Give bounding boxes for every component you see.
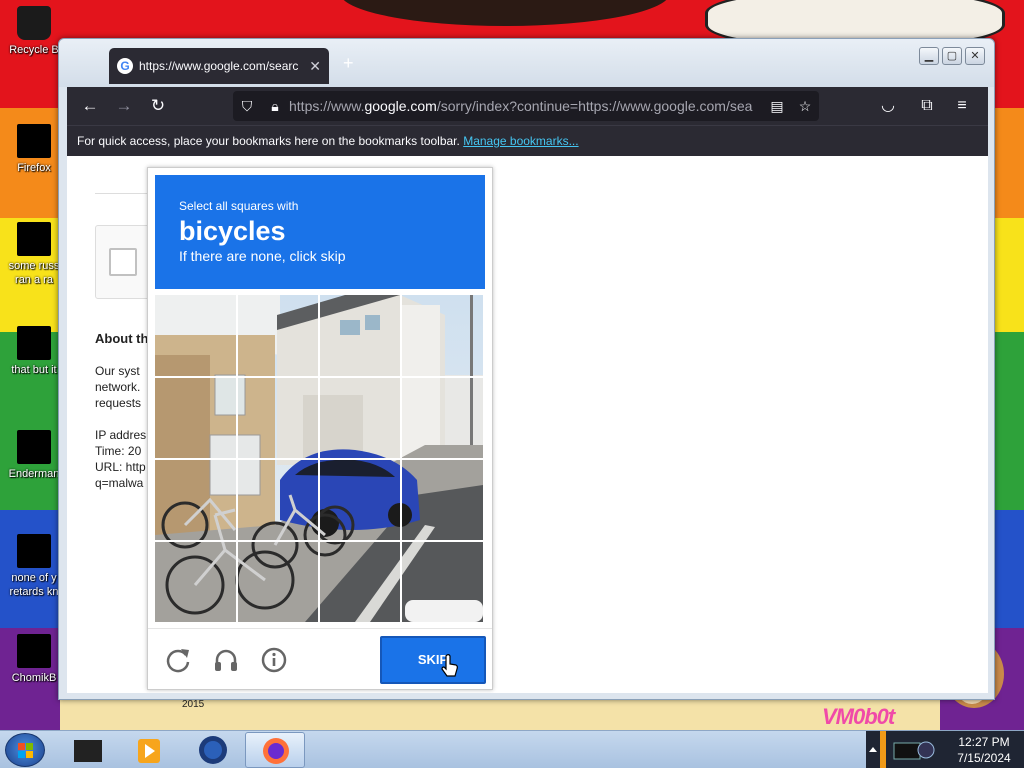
page-text-line: URL: http [95,460,146,474]
info-icon[interactable] [260,646,288,674]
skip-button[interactable]: SKIP [380,636,486,684]
taskbar-media-player[interactable] [120,732,180,768]
network-icon[interactable] [892,737,936,763]
wallpaper-vm-text: VM0b0t [822,704,895,729]
tray-arrow-icon[interactable] [868,744,878,754]
menu-icon[interactable]: ≡ [947,91,977,121]
hand-cursor-icon [441,654,458,677]
app-icon [17,634,51,668]
windows-logo-icon [18,743,33,758]
page-divider [95,193,155,194]
challenge-target: bicycles [179,216,286,246]
back-button[interactable]: ← [73,91,107,121]
reload-button[interactable]: ↻ [141,91,175,121]
browser-window: G https://www.google.com/searc ✕ + ▁ ▢ ✕… [58,38,995,700]
minimize-button[interactable]: ▁ [919,47,939,65]
new-tab-button[interactable]: + [343,53,354,74]
clock-time: 12:27 PM [958,735,1010,749]
challenge-note: If there are none, click skip [179,248,346,264]
wallpaper-year: 2015 [182,699,205,710]
navigation-toolbar: ← → ↻ ⛉ 🔒︎ https://www.google.com/sorry/… [67,87,988,125]
reader-view-icon[interactable]: ▤ [763,98,791,115]
reload-challenge-icon[interactable] [164,646,192,674]
challenge-image-grid [155,295,483,622]
clock[interactable]: 12:27 PM 7/15/2024 [944,734,1024,766]
manage-bookmarks-link[interactable]: Manage bookmarks... [463,134,578,148]
bookmarks-toolbar: For quick access, place your bookmarks h… [67,125,988,156]
url-bar[interactable]: ⛉ 🔒︎ https://www.google.com/sorry/index?… [233,91,819,121]
firefox-icon [17,124,51,158]
audio-challenge-icon[interactable] [212,646,240,674]
extensions-icon[interactable]: ⧉ [912,91,942,121]
about-heading: About th [95,331,149,346]
file-icon [17,222,51,256]
page-text-line: IP addres [95,428,147,442]
page-text-line: network. [95,380,141,394]
start-button[interactable] [5,733,45,767]
globe-icon [199,736,227,764]
close-window-button[interactable]: ✕ [965,47,985,65]
tray-highlight [880,731,886,768]
browser-tab[interactable]: G https://www.google.com/searc ✕ [109,48,329,84]
system-tray: 12:27 PM 7/15/2024 [866,731,1024,768]
maximize-button[interactable]: ▢ [942,47,962,65]
folder-icon [17,326,51,360]
bookmarks-hint: For quick access, place your bookmarks h… [77,134,460,148]
bookmark-star-icon[interactable]: ☆ [791,98,819,115]
page-text-line: Time: 20 [95,444,142,458]
challenge-instruction: Select all squares with [179,199,299,213]
challenge-header: Select all squares with bicycles If ther… [155,175,485,289]
file-icon [17,534,51,568]
page-text-line: q=malwa [95,476,144,490]
taskbar-firefox[interactable] [245,732,305,768]
taskbar-app-1[interactable] [58,732,118,768]
page-content: About th Our syst network. requests IP a… [67,156,988,693]
recycle-bin-icon [17,6,51,40]
title-bar: G https://www.google.com/searc ✕ + ▁ ▢ ✕ [59,39,994,87]
recaptcha-checkbox[interactable] [109,248,137,276]
taskbar: 12:27 PM 7/15/2024 [0,730,1024,768]
challenge-footer: SKIP [148,628,492,690]
pocket-icon[interactable]: ◡ [873,91,903,121]
recaptcha-anchor-box [95,225,155,299]
firefox-icon [263,738,289,764]
media-player-icon [138,739,160,763]
page-text-line: Our syst [95,364,140,378]
google-favicon-icon: G [117,58,133,74]
clock-date: 7/15/2024 [957,751,1011,765]
close-tab-icon[interactable]: ✕ [309,58,321,75]
url-text[interactable]: https://www.google.com/sorry/index?conti… [289,98,763,114]
taskbar-app-3[interactable] [183,732,243,768]
wallpaper-shape [340,0,670,26]
folder-icon [74,740,102,762]
lock-icon[interactable]: 🔒︎ [261,98,289,115]
recaptcha-challenge: Select all squares with bicycles If ther… [147,167,493,690]
tab-title: https://www.google.com/searc [139,59,299,73]
app-icon [17,430,51,464]
shield-icon[interactable]: ⛉ [233,98,261,115]
forward-button[interactable]: → [107,91,141,121]
page-text-line: requests [95,396,142,410]
